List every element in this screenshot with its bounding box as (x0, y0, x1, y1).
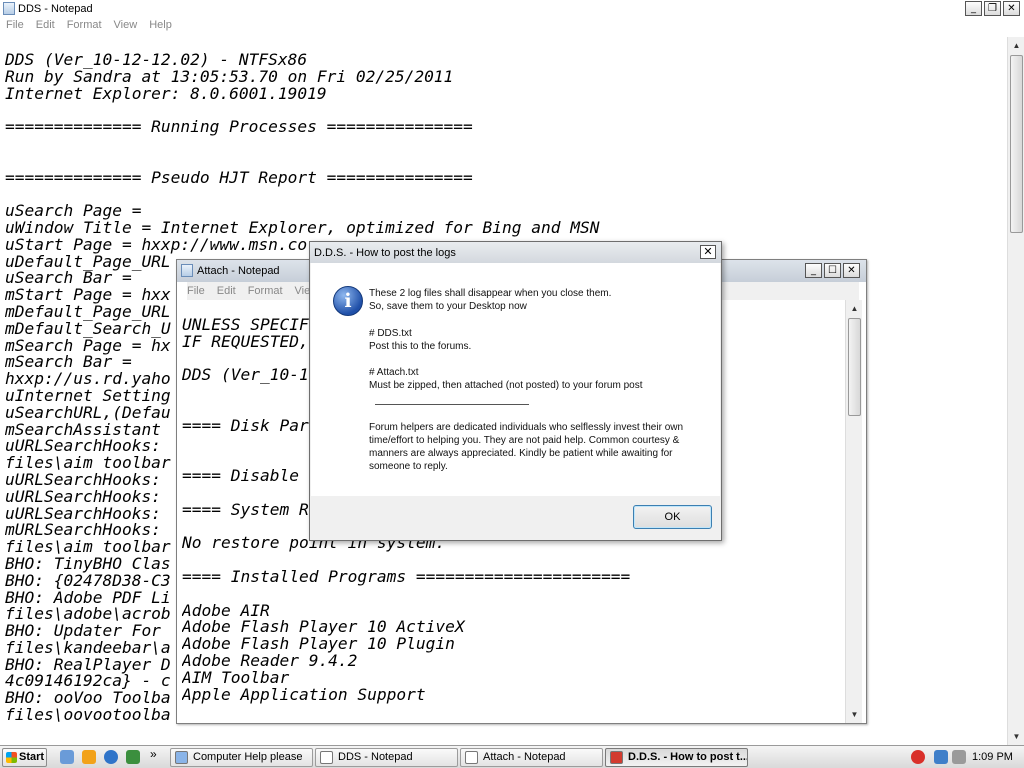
notepad-icon (465, 751, 478, 764)
dds-app-icon (610, 751, 623, 764)
scroll-down-arrow-icon[interactable]: ▼ (847, 707, 862, 722)
attach-text-line: AIM Toolbar (182, 667, 290, 687)
menu-file[interactable]: File (6, 19, 24, 31)
windows-logo-icon (6, 752, 17, 763)
dialog-titlebar[interactable]: D.D.S. - How to post the logs ✕ (310, 242, 721, 263)
task-dds-dialog[interactable]: D.D.S. - How to post t... (605, 748, 748, 767)
attach-vertical-scrollbar[interactable]: ▲ ▼ (845, 300, 862, 723)
show-desktop-icon[interactable] (60, 750, 74, 764)
attach-close-button[interactable]: ✕ (843, 263, 860, 278)
attach-window-title: Attach - Notepad (197, 265, 280, 277)
menu-edit[interactable]: Edit (36, 19, 55, 31)
task-attach-notepad[interactable]: Attach - Notepad (460, 748, 603, 767)
menu-view[interactable]: View (114, 19, 138, 31)
browser-icon (175, 751, 188, 764)
how-to-post-dialog: D.D.S. - How to post the logs ✕ i These … (309, 241, 722, 541)
dds-vertical-scrollbar[interactable]: ▲ ▼ (1007, 37, 1024, 745)
task-computer-help[interactable]: Computer Help please (170, 748, 313, 767)
dds-scroll-thumb[interactable] (1010, 55, 1023, 233)
scroll-up-arrow-icon[interactable]: ▲ (1009, 38, 1024, 53)
task-label: D.D.S. - How to post t... (628, 751, 748, 763)
dds-window-title: DDS - Notepad (18, 3, 93, 15)
dialog-file2-note: Must be zipped, then attached (not poste… (369, 380, 643, 391)
start-label: Start (19, 751, 45, 763)
menu-file[interactable]: File (187, 282, 205, 300)
dds-close-button[interactable]: ✕ (1003, 1, 1020, 16)
dds-text-line: ============== Pseudo HJT Report =======… (5, 167, 473, 187)
taskbar: Start » Computer Help please DDS - Notep… (0, 745, 1024, 768)
dds-minimize-button[interactable]: _ (965, 1, 982, 16)
internet-explorer-icon[interactable] (104, 750, 118, 764)
start-button[interactable]: Start (2, 748, 47, 767)
dialog-body: i These 2 log files shall disappear when… (311, 263, 720, 496)
dds-text-line (5, 186, 1005, 203)
notepad-icon (320, 751, 333, 764)
task-label: Attach - Notepad (483, 751, 566, 763)
dds-text-line (5, 136, 1005, 153)
dialog-title: D.D.S. - How to post the logs (314, 246, 456, 259)
task-dds-notepad[interactable]: DDS - Notepad (315, 748, 458, 767)
security-alert-icon[interactable] (911, 750, 925, 764)
dds-text-line: Internet Explorer: 8.0.6001.19019 (5, 83, 327, 103)
dialog-separator (375, 404, 529, 405)
menu-help[interactable]: Help (149, 19, 172, 31)
dds-menubar: File Edit Format View Help (6, 19, 172, 31)
notepad-icon (181, 264, 193, 277)
system-tray: 1:09 PM (906, 747, 1022, 767)
scroll-down-arrow-icon[interactable]: ▼ (1009, 729, 1024, 744)
menu-format[interactable]: Format (248, 282, 283, 300)
quicklaunch-more-button[interactable]: » (150, 747, 157, 761)
dds-titlebar[interactable]: DDS - Notepad _ ❐ ✕ (0, 0, 1024, 18)
task-label: DDS - Notepad (338, 751, 413, 763)
attach-minimize-button[interactable]: _ (805, 263, 822, 278)
info-icon: i (333, 286, 363, 316)
notepad-icon (3, 2, 15, 15)
dialog-file2-name: # Attach.txt (369, 367, 419, 378)
dialog-message-line1: These 2 log files shall disappear when y… (369, 288, 612, 299)
network-icon[interactable] (934, 750, 948, 764)
attach-text-line: ==== Installed Programs ================… (182, 566, 631, 586)
attach-text-line (182, 586, 844, 603)
dialog-paragraph: Forum helpers are dedicated individuals … (369, 422, 684, 472)
dialog-close-button[interactable]: ✕ (700, 245, 716, 259)
attach-scroll-thumb[interactable] (848, 318, 861, 416)
dialog-file1-name: # DDS.txt (369, 328, 412, 339)
dialog-file1-note: Post this to the forums. (369, 341, 472, 352)
menu-format[interactable]: Format (67, 19, 102, 31)
media-player-icon[interactable] (82, 750, 96, 764)
clock[interactable]: 1:09 PM (972, 747, 1013, 767)
task-label: Computer Help please (193, 751, 303, 763)
attach-maximize-button[interactable]: ☐ (824, 263, 841, 278)
dialog-message-line2: So, save them to your Desktop now (369, 301, 527, 312)
menu-edit[interactable]: Edit (217, 282, 236, 300)
quicklaunch-app-icon[interactable] (126, 750, 140, 764)
volume-icon[interactable] (952, 750, 966, 764)
attach-text-line: Apple Application Support (182, 684, 426, 704)
dds-restore-button[interactable]: ❐ (984, 1, 1001, 16)
scroll-up-arrow-icon[interactable]: ▲ (847, 301, 862, 316)
dds-text-line: ============== Running Processes =======… (5, 117, 473, 137)
ok-button[interactable]: OK (633, 505, 712, 529)
